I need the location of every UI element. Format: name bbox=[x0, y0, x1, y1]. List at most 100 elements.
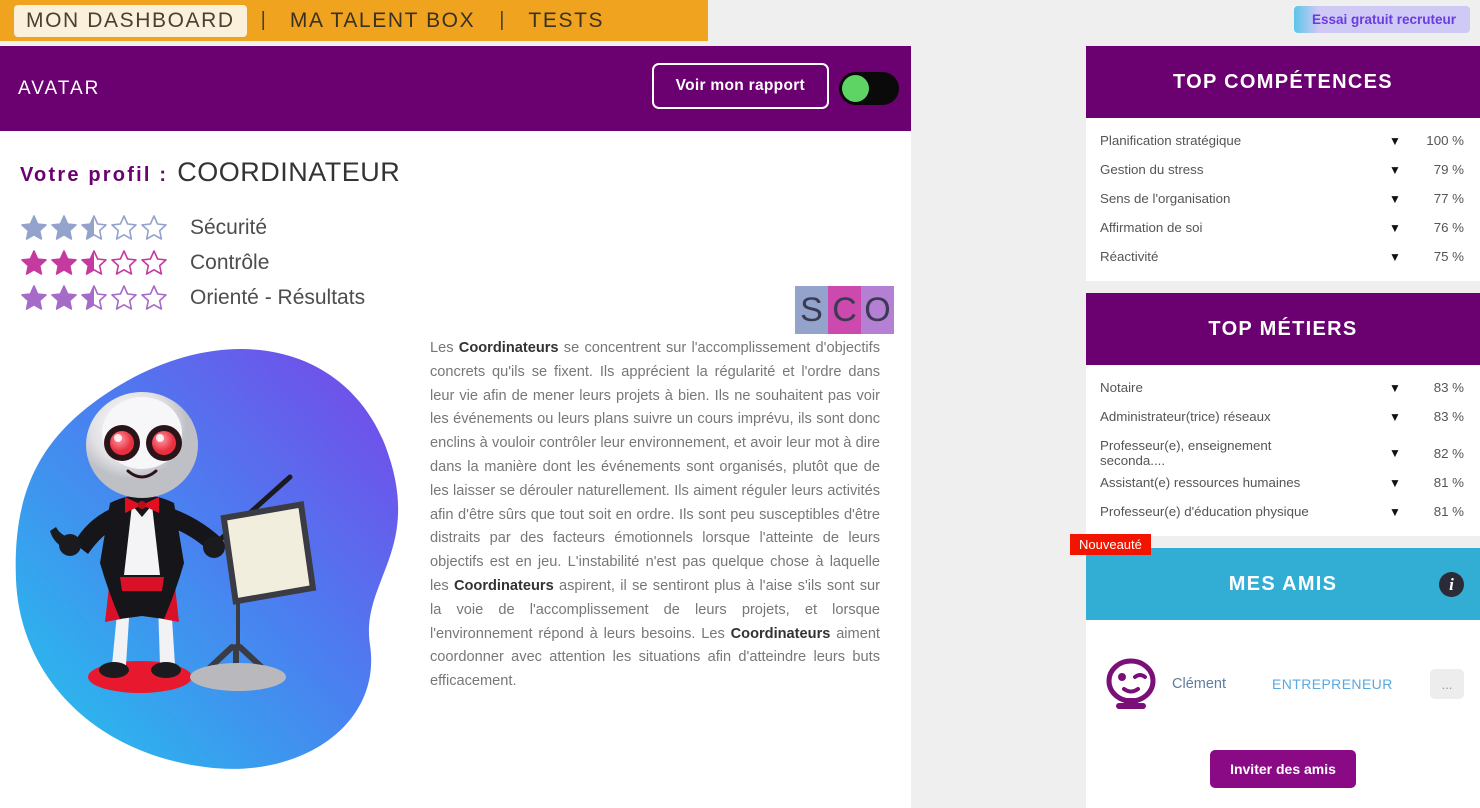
avatar-panel-title: AVATAR bbox=[18, 77, 101, 99]
metier-label: Notaire bbox=[1100, 380, 1143, 395]
competence-label: Planification stratégique bbox=[1100, 133, 1242, 148]
chevron-down-icon[interactable]: ▼ bbox=[1378, 250, 1412, 264]
trait-label: Sécurité bbox=[190, 215, 268, 239]
info-icon[interactable]: i bbox=[1439, 572, 1464, 597]
mes-amis-card: Nouveauté MES AMIS i Clément ENTREPRENEU… bbox=[1070, 534, 1480, 808]
profile-heading: Votre profil : COORDINATEUR bbox=[20, 157, 911, 188]
star-icon bbox=[141, 215, 167, 240]
bio-part: se concentrent sur l'accomplissement d'o… bbox=[430, 340, 880, 594]
metier-value: 83 % bbox=[1433, 380, 1464, 395]
star-icon bbox=[81, 285, 107, 310]
chevron-down-icon[interactable]: ▼ bbox=[1378, 381, 1412, 395]
metier-value: 83 % bbox=[1433, 409, 1464, 424]
competence-value: 77 % bbox=[1433, 191, 1464, 206]
metier-label: Administrateur(trice) réseaux bbox=[1100, 409, 1271, 424]
top-metiers-list: Notaire ▼ 83 % Administrateur(trice) rés… bbox=[1086, 365, 1480, 536]
competence-value: 100 % bbox=[1426, 133, 1464, 148]
avatar-panel-header: AVATAR Voir mon rapport bbox=[0, 46, 911, 131]
star-icon bbox=[51, 215, 77, 240]
competence-label: Gestion du stress bbox=[1100, 162, 1204, 177]
star-rating-controle bbox=[20, 249, 180, 276]
nav-item-mon-dashboard[interactable]: MON DASHBOARD bbox=[14, 4, 247, 37]
report-visibility-toggle[interactable] bbox=[839, 72, 899, 105]
list-item[interactable]: Réactivité ▼ 75 % bbox=[1086, 242, 1480, 271]
chevron-down-icon[interactable]: ▼ bbox=[1378, 505, 1412, 519]
chevron-down-icon[interactable]: ▼ bbox=[1378, 192, 1412, 206]
trait-row: Orienté - Résultats bbox=[20, 280, 911, 315]
competence-value: 76 % bbox=[1433, 220, 1464, 235]
invite-section: Inviter des amis bbox=[1086, 716, 1480, 808]
nouveaute-badge: Nouveauté bbox=[1070, 534, 1151, 555]
friends-list: Clément ENTREPRENEUR ... Inviter des ami… bbox=[1086, 620, 1480, 808]
friend-options-button[interactable]: ... bbox=[1430, 669, 1464, 699]
metier-label-sub: seconda.... bbox=[1100, 453, 1166, 468]
mes-amis-title: MES AMIS bbox=[1086, 548, 1480, 620]
trial-recruiter-button[interactable]: Essai gratuit recruteur bbox=[1293, 6, 1470, 33]
mascot-illustration bbox=[0, 325, 430, 780]
list-item[interactable]: Assistant(e) ressources humaines ▼ 81 % bbox=[1086, 475, 1480, 497]
bio-part-bold: Coordinateurs bbox=[730, 625, 831, 642]
star-icon bbox=[51, 285, 77, 310]
trait-label: Orienté - Résultats bbox=[190, 285, 366, 309]
chevron-down-icon[interactable]: ▼ bbox=[1378, 410, 1412, 424]
metier-label: Professeur(e), enseignement seconda.... bbox=[1100, 438, 1378, 468]
list-item[interactable]: Sens de l'organisation ▼ 77 % bbox=[1086, 184, 1480, 213]
top-competences-card: TOP COMPÉTENCES Planification stratégiqu… bbox=[1086, 46, 1480, 281]
star-icon bbox=[141, 285, 167, 310]
view-report-button[interactable]: Voir mon rapport bbox=[651, 63, 829, 109]
chevron-down-icon[interactable]: ▼ bbox=[1378, 446, 1412, 460]
trait-row: Contrôle bbox=[20, 245, 911, 280]
trait-row: Sécurité bbox=[20, 210, 911, 245]
metier-label: Professeur(e) d'éducation physique bbox=[1100, 504, 1309, 519]
nav-item-ma-talent-box[interactable]: MA TALENT BOX bbox=[280, 6, 485, 36]
right-sidebar: TOP COMPÉTENCES Planification stratégiqu… bbox=[1070, 46, 1480, 808]
competence-value: 79 % bbox=[1433, 162, 1464, 177]
chevron-down-icon[interactable]: ▼ bbox=[1378, 221, 1412, 235]
list-item[interactable]: Planification stratégique ▼ 100 % bbox=[1086, 126, 1480, 155]
toggle-knob bbox=[842, 75, 869, 102]
avatar-panel: AVATAR Voir mon rapport Votre profil : C… bbox=[0, 46, 911, 808]
list-item: Clément ENTREPRENEUR ... bbox=[1086, 628, 1480, 716]
star-rating-securite bbox=[20, 214, 180, 241]
list-item[interactable]: Professeur(e) d'éducation physique ▼ 81 … bbox=[1086, 497, 1480, 526]
star-rating-oriente-resultats bbox=[20, 284, 180, 311]
metier-value: 81 % bbox=[1433, 504, 1464, 519]
star-icon bbox=[141, 250, 167, 275]
top-metiers-title: TOP MÉTIERS bbox=[1086, 293, 1480, 365]
sco-letter-o: O bbox=[861, 286, 894, 334]
trait-rating-list: Sécurité Contrôle Orienté - Résultats bbox=[20, 210, 911, 315]
top-competences-title: TOP COMPÉTENCES bbox=[1086, 46, 1480, 118]
star-icon bbox=[21, 215, 47, 240]
star-icon bbox=[81, 250, 107, 275]
top-competences-list: Planification stratégique ▼ 100 % Gestio… bbox=[1086, 118, 1480, 281]
profile-description: Les Coordinateurs se concentrent sur l'a… bbox=[430, 337, 880, 780]
sco-profile-badge: S C O bbox=[795, 286, 894, 334]
star-icon bbox=[21, 250, 47, 275]
star-icon bbox=[21, 285, 47, 310]
sco-letter-s: S bbox=[795, 286, 828, 334]
list-item[interactable]: Affirmation de soi ▼ 76 % bbox=[1086, 213, 1480, 242]
chevron-down-icon[interactable]: ▼ bbox=[1378, 476, 1412, 490]
metier-value: 81 % bbox=[1433, 475, 1464, 490]
friend-profile-type[interactable]: ENTREPRENEUR bbox=[1272, 676, 1416, 692]
list-item[interactable]: Notaire ▼ 83 % bbox=[1086, 373, 1480, 402]
invite-friends-button[interactable]: Inviter des amis bbox=[1210, 750, 1356, 788]
profile-content: Les Coordinateurs se concentrent sur l'a… bbox=[0, 325, 911, 780]
metier-label: Assistant(e) ressources humaines bbox=[1100, 475, 1301, 490]
friend-name[interactable]: Clément bbox=[1172, 676, 1258, 692]
nav-separator-2: | bbox=[499, 9, 505, 31]
chevron-down-icon[interactable]: ▼ bbox=[1378, 163, 1412, 177]
nav-item-tests[interactable]: TESTS bbox=[518, 6, 614, 36]
bio-part-bold: Coordinateurs bbox=[453, 577, 554, 594]
star-icon bbox=[111, 250, 137, 275]
list-item[interactable]: Gestion du stress ▼ 79 % bbox=[1086, 155, 1480, 184]
star-icon bbox=[111, 215, 137, 240]
top-metiers-card: TOP MÉTIERS Notaire ▼ 83 % Administrateu… bbox=[1086, 293, 1480, 536]
metier-label-main: Professeur(e), enseignement bbox=[1100, 438, 1272, 453]
list-item[interactable]: Professeur(e), enseignement seconda.... … bbox=[1086, 431, 1480, 475]
chevron-down-icon[interactable]: ▼ bbox=[1378, 134, 1412, 148]
profile-label: Votre profil : bbox=[20, 164, 169, 186]
star-icon bbox=[111, 285, 137, 310]
dashboard-page: MON DASHBOARD | MA TALENT BOX | TESTS Es… bbox=[0, 0, 1480, 808]
list-item[interactable]: Administrateur(trice) réseaux ▼ 83 % bbox=[1086, 402, 1480, 431]
